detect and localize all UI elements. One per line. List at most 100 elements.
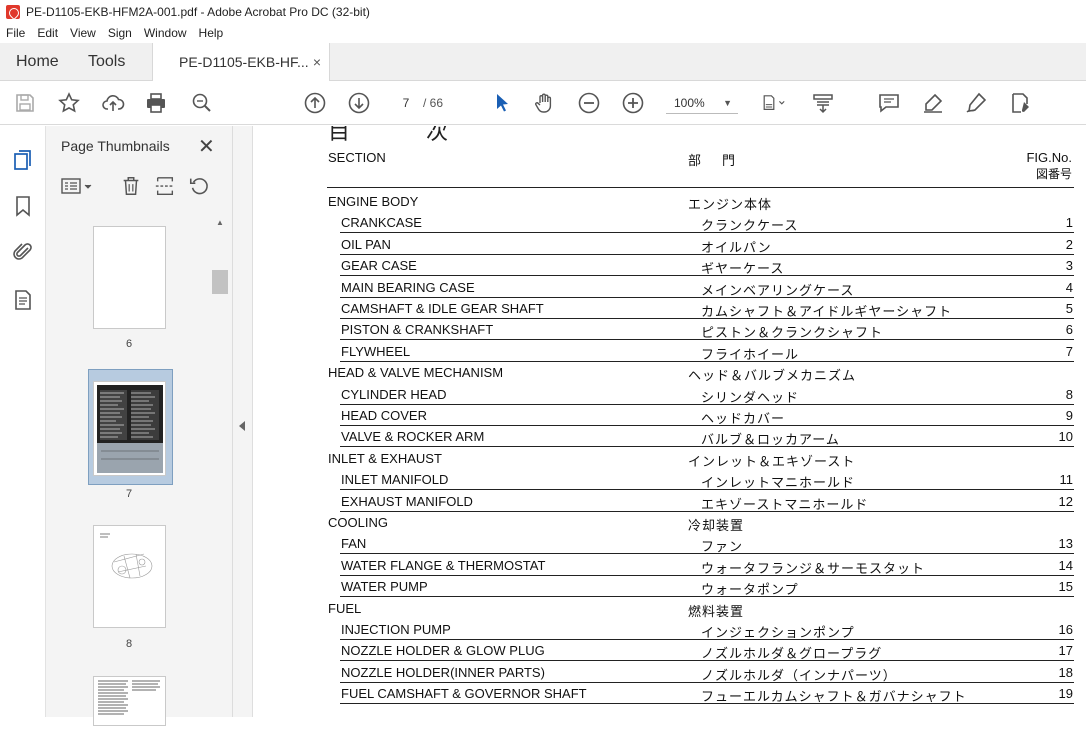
toc-entry: FUEL CAMSHAFT & GOVERNOR SHAFT <box>341 686 587 702</box>
thumbnail-options-icon[interactable] <box>60 175 96 197</box>
menu-edit[interactable]: Edit <box>37 26 58 40</box>
row-rule <box>340 318 1074 319</box>
upload-cloud-icon[interactable] <box>100 81 126 125</box>
toc-entry: CAMSHAFT & IDLE GEAR SHAFT <box>341 301 544 316</box>
page-thumbnails-icon[interactable] <box>11 148 35 172</box>
row-rule <box>340 553 1074 555</box>
page-number-input[interactable]: 7 <box>395 92 417 114</box>
row-rule <box>340 639 1074 640</box>
toc-entry: NOZZLE HOLDER(INNER PARTS) <box>341 664 545 680</box>
close-tab-icon[interactable]: × <box>313 54 321 70</box>
bookmarks-icon[interactable] <box>11 194 35 218</box>
next-page-icon[interactable] <box>346 81 372 125</box>
fig-number: 3 <box>1065 258 1073 274</box>
toc-entry: FLYWHEEL <box>341 343 411 359</box>
main-toolbar: 7 / 66 100% ▼ <box>0 81 1086 125</box>
tab-document-label: PE-D1105-EKB-HF... <box>179 54 309 70</box>
section-title-jp: インレット＆エキゾースト <box>688 454 856 470</box>
zoom-in-icon[interactable] <box>620 81 646 125</box>
page-thumbnail-9[interactable] <box>93 676 166 726</box>
sign-pen-icon[interactable] <box>963 81 989 125</box>
menu-help[interactable]: Help <box>199 26 224 40</box>
section-title-jp: 燃料装置 <box>688 604 745 620</box>
scroll-up-icon[interactable]: ▲ <box>216 218 224 227</box>
fig-number: 19 <box>1058 686 1073 702</box>
collapse-panel-icon[interactable] <box>239 421 245 431</box>
fig-number: 13 <box>1058 536 1073 552</box>
scrollbar-thumb[interactable] <box>212 270 228 294</box>
menu-sign[interactable]: Sign <box>108 26 132 40</box>
row-rule <box>340 681 1074 683</box>
toc-entry: PISTON & CRANKSHAFT <box>341 322 494 338</box>
section-title-jp: 冷却装置 <box>688 519 745 534</box>
window-title: PE-D1105-EKB-HFM2A-001.pdf - Adobe Acrob… <box>26 4 370 19</box>
section-title: ENGINE BODY <box>328 194 419 209</box>
tab-home[interactable]: Home <box>16 43 59 81</box>
page-thumbnail-6[interactable] <box>93 226 166 329</box>
fig-number: 16 <box>1058 622 1073 637</box>
zoom-search-icon[interactable] <box>189 81 215 125</box>
document-properties-icon[interactable] <box>11 288 35 312</box>
toc-entry: CYLINDER HEAD <box>341 386 447 402</box>
thumbnails-scrollbar[interactable]: ▲ <box>212 218 228 717</box>
bookmark-star-icon[interactable] <box>56 81 82 125</box>
column-header-section: SECTION <box>328 150 386 165</box>
zoom-out-icon[interactable] <box>576 81 602 125</box>
row-rule <box>340 339 1074 341</box>
page-thumbnails-panel: Page Thumbnails ✕ ▲ 6 7 8 <box>46 126 233 726</box>
scrolling-mode-icon[interactable] <box>810 81 836 125</box>
menu-file[interactable]: File <box>6 26 25 40</box>
fig-number: 15 <box>1058 579 1073 595</box>
previous-page-icon[interactable] <box>302 81 328 125</box>
page-thumbnail-7[interactable] <box>93 381 166 476</box>
zoom-level-select[interactable]: 100% ▼ <box>666 92 738 114</box>
row-rule <box>340 275 1074 277</box>
column-header-fig: FIG.No. <box>1026 150 1072 165</box>
row-rule <box>340 574 1074 576</box>
delete-page-icon[interactable] <box>120 175 142 197</box>
toc-entry: EXHAUST MANIFOLD <box>341 493 473 509</box>
extract-pages-icon[interactable] <box>154 175 176 197</box>
menu-view[interactable]: View <box>70 26 96 40</box>
comment-icon[interactable] <box>876 81 902 125</box>
menu-window[interactable]: Window <box>144 26 187 40</box>
contents-heading: 次 <box>426 126 449 145</box>
thumbnail-label: 8 <box>125 638 133 650</box>
tab-document[interactable]: PE-D1105-EKB-HF... × <box>152 43 330 81</box>
row-rule <box>340 360 1074 362</box>
highlight-pen-icon[interactable] <box>920 81 946 125</box>
fig-number: 11 <box>1059 472 1074 488</box>
fill-sign-icon[interactable] <box>1007 81 1033 125</box>
column-header-fig-jp: 図番号 <box>1035 167 1072 181</box>
document-view: 目 次 SECTION 部 門 FIG.No. 図番号 ENGINE BODY エ… <box>254 126 1086 717</box>
row-rule <box>340 425 1074 426</box>
fig-number: 14 <box>1058 557 1073 573</box>
header-rule <box>327 187 1074 188</box>
tab-bar: Home Tools PE-D1105-EKB-HF... × <box>0 43 1086 81</box>
save-icon[interactable] <box>12 81 38 125</box>
print-icon[interactable] <box>143 81 169 125</box>
chevron-down-icon: ▼ <box>723 98 732 108</box>
page-fit-icon[interactable] <box>756 81 790 125</box>
close-panel-icon[interactable]: ✕ <box>198 134 215 159</box>
fig-number: 5 <box>1065 301 1073 316</box>
hand-tool-icon[interactable] <box>532 81 558 125</box>
row-rule <box>340 703 1074 705</box>
toc-entry: WATER FLANGE & THERMOSTAT <box>341 557 546 573</box>
toc-entry: FAN <box>341 536 367 552</box>
toc-entry: WATER PUMP <box>341 579 428 595</box>
tab-tools[interactable]: Tools <box>88 43 125 81</box>
fig-number: 12 <box>1058 493 1073 509</box>
rotate-page-icon[interactable] <box>188 175 210 197</box>
zoom-level-value: 100% <box>674 96 705 110</box>
select-cursor-icon[interactable] <box>489 81 515 125</box>
row-rule <box>340 232 1074 234</box>
fig-number: 10 <box>1058 429 1073 445</box>
toc-entry: OIL PAN <box>341 236 391 252</box>
page-thumbnail-8[interactable] <box>93 525 166 628</box>
attachments-icon[interactable] <box>11 240 35 264</box>
toc-entry: VALVE & ROCKER ARM <box>341 429 485 445</box>
column-header-dept: 部 門 <box>688 154 740 169</box>
fig-number: 18 <box>1058 664 1073 680</box>
panel-splitter[interactable] <box>233 126 253 717</box>
